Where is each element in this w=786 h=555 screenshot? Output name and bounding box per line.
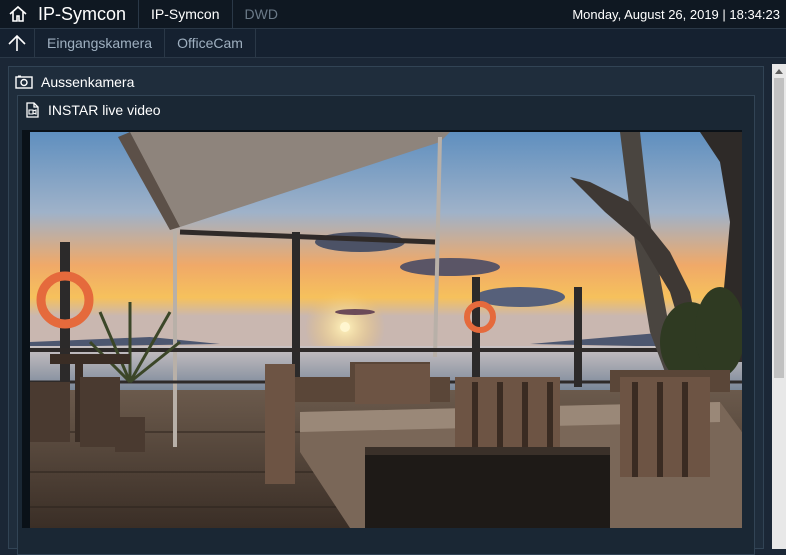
media-file-icon [24, 102, 40, 118]
top-navigation-bar: IP-Symcon IP-Symcon DWD Monday, August 2… [0, 0, 786, 29]
camera-panel-header: Aussenkamera [15, 71, 134, 93]
datetime-display: Monday, August 26, 2019 | 18:34:23 [572, 6, 780, 22]
camera-icon [15, 75, 33, 89]
camera-panel-title: Aussenkamera [41, 74, 135, 90]
tab-dwd[interactable]: DWD [233, 0, 290, 28]
media-panel-header: INSTAR live video [24, 100, 161, 120]
divider [254, 29, 256, 57]
tab-eingangskamera[interactable]: Eingangskamera [35, 29, 164, 57]
tab-officecam[interactable]: OfficeCam [165, 29, 255, 57]
vertical-scrollbar[interactable] [772, 64, 786, 549]
sub-navigation-bar: Eingangskamera OfficeCam [0, 29, 786, 58]
scrollbar-thumb[interactable] [774, 78, 784, 378]
live-video-stream[interactable] [30, 132, 742, 528]
home-icon[interactable] [6, 0, 30, 28]
scroll-up-arrow-icon[interactable] [772, 64, 786, 78]
media-panel-title: INSTAR live video [48, 102, 161, 118]
tab-ip-symcon[interactable]: IP-Symcon [139, 0, 231, 28]
up-arrow-icon[interactable] [0, 29, 34, 57]
app-brand[interactable]: IP-Symcon [38, 4, 126, 25]
